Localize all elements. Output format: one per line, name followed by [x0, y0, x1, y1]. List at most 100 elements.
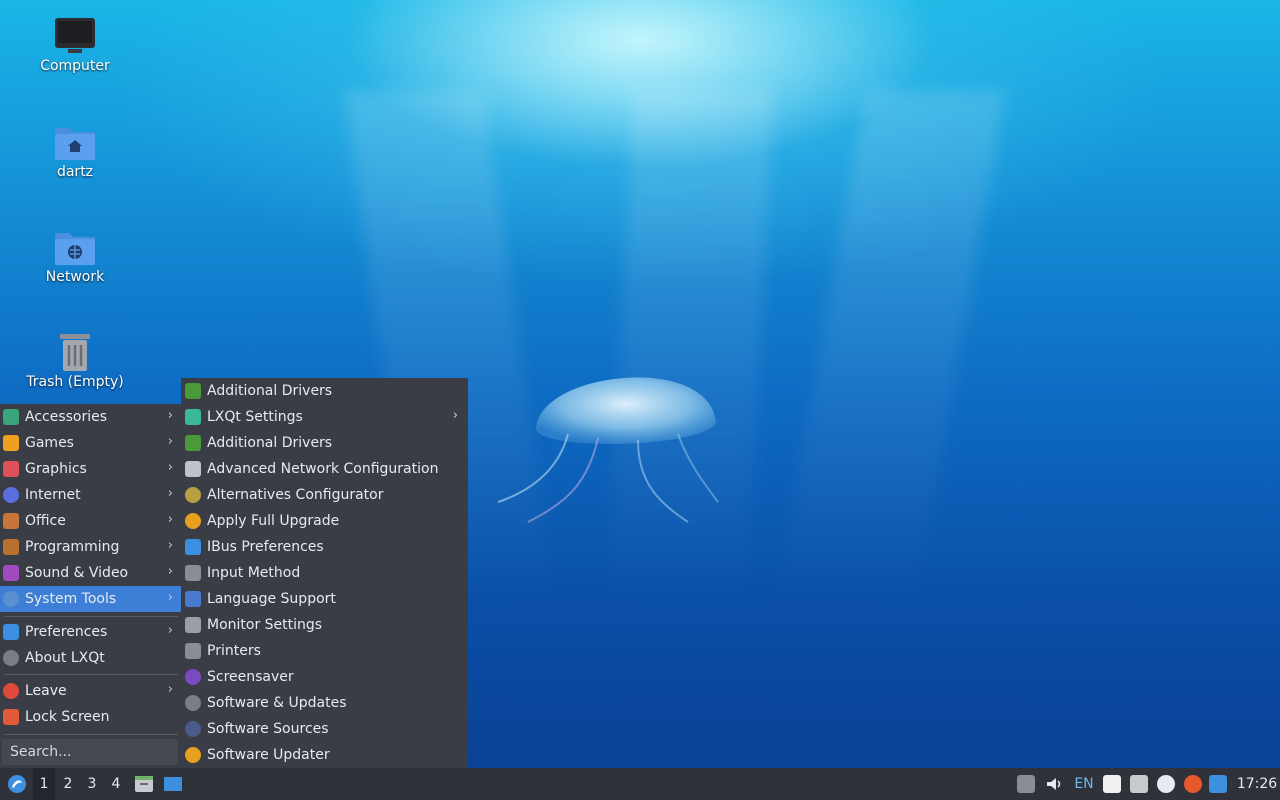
submenu-item-printers[interactable]: Printers	[181, 638, 468, 664]
taskbar: 1 2 3 4 EN 17:26	[0, 768, 1280, 800]
volume-button[interactable]	[1043, 768, 1065, 800]
menu-item-label: System Tools	[25, 591, 117, 607]
main-menu-button[interactable]	[2, 768, 32, 800]
chevron-right-icon: ›	[167, 623, 173, 638]
network-tray-button[interactable]	[1128, 768, 1150, 800]
submenu-item-label: LXQt Settings	[207, 409, 303, 425]
network-config-icon	[185, 461, 201, 477]
network-icon	[1130, 775, 1148, 793]
menu-item-label: Lock Screen	[25, 709, 110, 725]
menu-item-office[interactable]: Office ›	[0, 508, 181, 534]
clock[interactable]: 17:26	[1234, 768, 1280, 800]
submenu-item-label: Additional Drivers	[207, 383, 333, 399]
file-manager-launcher[interactable]	[132, 768, 156, 800]
alternatives-icon	[185, 487, 201, 503]
submenu-item-label: Advanced Network Configuration	[207, 461, 439, 477]
menu-item-accessories[interactable]: Accessories ›	[0, 404, 181, 430]
menu-item-label: Games	[25, 435, 74, 451]
show-desktop-button[interactable]	[161, 768, 185, 800]
menu-item-label: About LXQt	[25, 650, 105, 666]
eject-tray-button[interactable]	[1015, 768, 1037, 800]
file-manager-icon	[135, 776, 153, 792]
desktop-icon-computer[interactable]: Computer	[15, 16, 135, 74]
menu-search-input[interactable]: Search...	[2, 739, 178, 765]
menu-item-graphics[interactable]: Graphics ›	[0, 456, 181, 482]
workspace-3[interactable]: 3	[81, 768, 103, 800]
submenu-item-advanced-network[interactable]: Advanced Network Configuration	[181, 456, 468, 482]
menu-item-games[interactable]: Games ›	[0, 430, 181, 456]
monitor-icon	[185, 617, 201, 633]
workspace-1[interactable]: 1	[33, 768, 55, 800]
submenu-item-software-updates[interactable]: Software & Updates	[181, 690, 468, 716]
menu-item-label: Graphics	[25, 461, 87, 477]
menu-item-label: Preferences	[25, 624, 108, 640]
menu-item-sound-video[interactable]: Sound & Video ›	[0, 560, 181, 586]
submenu-item-language-support[interactable]: Language Support	[181, 586, 468, 612]
workspace-2[interactable]: 2	[57, 768, 79, 800]
submenu-item-label: Software Sources	[207, 721, 329, 737]
notification-tray-button[interactable]	[1207, 768, 1229, 800]
submenu-item-screensaver[interactable]: Screensaver	[181, 664, 468, 690]
submenu-item-additional-drivers[interactable]: Additional Drivers	[181, 378, 468, 404]
menu-item-programming[interactable]: Programming ›	[0, 534, 181, 560]
chevron-right-icon: ›	[452, 408, 458, 423]
keyboard-icon	[185, 565, 201, 581]
light-ray	[774, 90, 1006, 610]
menu-separator	[4, 674, 178, 675]
workspace-4[interactable]: 4	[105, 768, 127, 800]
chevron-right-icon: ›	[167, 564, 173, 579]
menu-item-label: Programming	[25, 539, 120, 555]
menu-item-about[interactable]: About LXQt	[0, 645, 181, 671]
lxqt-settings-icon	[185, 409, 201, 425]
submenu-item-lxqt-settings[interactable]: LXQt Settings ›	[181, 404, 468, 430]
ubuntu-icon	[1184, 775, 1202, 793]
eject-icon	[1017, 775, 1035, 793]
menu-item-label: Leave	[25, 683, 67, 699]
chevron-right-icon: ›	[167, 460, 173, 475]
submenu-item-ibus-preferences[interactable]: IBus Preferences	[181, 534, 468, 560]
updater-icon	[185, 747, 201, 763]
updates-tray-button[interactable]	[1155, 768, 1177, 800]
sound-video-icon	[3, 565, 19, 581]
submenu-item-label: IBus Preferences	[207, 539, 324, 555]
chevron-right-icon: ›	[167, 590, 173, 605]
submenu-item-software-sources[interactable]: Software Sources	[181, 716, 468, 742]
menu-item-label: Accessories	[25, 409, 108, 425]
desktop-icon-home[interactable]: dartz	[15, 122, 135, 180]
accessories-icon	[3, 409, 19, 425]
menu-item-leave[interactable]: Leave ›	[0, 678, 181, 704]
menu-item-lock-screen[interactable]: Lock Screen	[0, 704, 181, 730]
submenu-item-alternatives[interactable]: Alternatives Configurator	[181, 482, 468, 508]
chevron-right-icon: ›	[167, 538, 173, 553]
submenu-item-additional-drivers-2[interactable]: Additional Drivers	[181, 430, 468, 456]
clipboard-icon	[1103, 775, 1121, 793]
printer-icon	[185, 643, 201, 659]
desktop-icon-network[interactable]: Network	[15, 227, 135, 285]
language-icon	[185, 591, 201, 607]
system-tools-icon	[3, 591, 19, 607]
submenu-item-software-updater[interactable]: Software Updater	[181, 742, 468, 768]
chip-icon	[185, 435, 201, 451]
submenu-item-label: Monitor Settings	[207, 617, 323, 633]
menu-item-preferences[interactable]: Preferences ›	[0, 619, 181, 645]
submenu-item-label: Apply Full Upgrade	[207, 513, 340, 529]
clipboard-button[interactable]	[1101, 768, 1123, 800]
menu-item-internet[interactable]: Internet ›	[0, 482, 181, 508]
submenu-item-monitor-settings[interactable]: Monitor Settings	[181, 612, 468, 638]
home-folder-icon	[55, 128, 95, 160]
keyboard-layout-indicator[interactable]: EN	[1071, 768, 1097, 800]
lock-icon	[3, 709, 19, 725]
ubuntu-tray-button[interactable]	[1182, 768, 1204, 800]
desktop-icon-trash[interactable]: Trash (Empty)	[15, 332, 135, 390]
chevron-right-icon: ›	[167, 682, 173, 697]
graphics-icon	[3, 461, 19, 477]
submenu-item-input-method[interactable]: Input Method	[181, 560, 468, 586]
chevron-right-icon: ›	[167, 486, 173, 501]
software-updates-icon	[185, 695, 201, 711]
menu-item-label: Internet	[25, 487, 81, 503]
submenu-item-apply-full-upgrade[interactable]: Apply Full Upgrade	[181, 508, 468, 534]
about-icon	[3, 650, 19, 666]
submenu-item-label: Printers	[207, 643, 261, 659]
office-icon	[3, 513, 19, 529]
menu-item-system-tools[interactable]: System Tools ›	[0, 586, 181, 612]
